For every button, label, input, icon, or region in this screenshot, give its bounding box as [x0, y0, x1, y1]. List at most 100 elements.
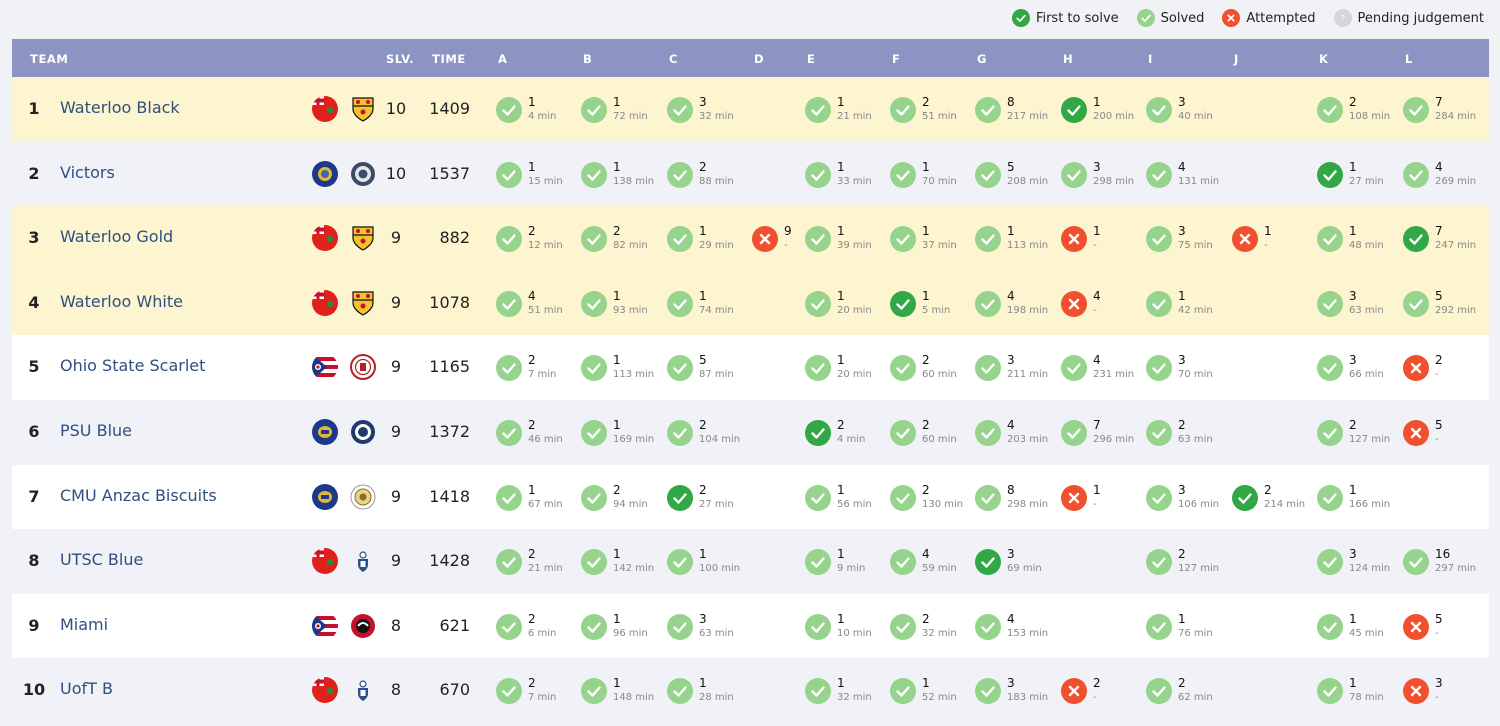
problem-cell-g[interactable]: 3 183 min: [975, 676, 1059, 706]
problem-cell-l[interactable]: 5 292 min: [1403, 289, 1487, 319]
team-name-link[interactable]: PSU Blue: [60, 421, 132, 440]
problem-column-header-g[interactable]: G: [977, 52, 987, 66]
problem-cell-c[interactable]: 1 29 min: [667, 224, 751, 254]
problem-cell-h[interactable]: 1-: [1061, 483, 1145, 513]
problem-cell-f[interactable]: 1 52 min: [890, 676, 974, 706]
table-row[interactable]: 8 UTSC Blue 9 1428 2 21 min 1 142 min 1 100 min 1 9…: [12, 529, 1489, 594]
table-row[interactable]: 10 UofT B 8 670 2 7 min 1 148 min 1 28 min 1 32 min…: [12, 658, 1489, 723]
problem-cell-k[interactable]: 1 166 min: [1317, 483, 1401, 513]
problem-cell-h[interactable]: 4 231 min: [1061, 353, 1145, 383]
problem-cell-i[interactable]: 3 40 min: [1146, 95, 1230, 125]
problem-cell-c[interactable]: 1 100 min: [667, 547, 751, 577]
problem-cell-i[interactable]: 2 62 min: [1146, 676, 1230, 706]
problem-cell-e[interactable]: 1 20 min: [805, 289, 889, 319]
team-name-link[interactable]: Waterloo Gold: [60, 227, 173, 246]
problem-cell-j[interactable]: 2 214 min: [1232, 483, 1316, 513]
table-row[interactable]: 4 Waterloo White 9 1078 4 51 min 1 93 min 1 74 mi…: [12, 270, 1489, 336]
problem-cell-a[interactable]: 26 min: [496, 612, 580, 642]
problem-cell-c[interactable]: 2 27 min: [667, 483, 751, 513]
problem-column-header-j[interactable]: J: [1234, 52, 1239, 66]
problem-cell-i[interactable]: 3 106 min: [1146, 483, 1230, 513]
problem-cell-e[interactable]: 1 33 min: [805, 160, 889, 190]
problem-cell-e[interactable]: 1 21 min: [805, 95, 889, 125]
problem-cell-k[interactable]: 3 124 min: [1317, 547, 1401, 577]
problem-column-header-l[interactable]: L: [1405, 52, 1413, 66]
problem-cell-g[interactable]: 4 153 min: [975, 612, 1059, 642]
team-name-link[interactable]: CMU Anzac Biscuits: [60, 486, 217, 505]
problem-cell-b[interactable]: 1 138 min: [581, 160, 665, 190]
problem-cell-i[interactable]: 4 131 min: [1146, 160, 1230, 190]
problem-cell-l[interactable]: 5-: [1403, 418, 1487, 448]
problem-column-header-d[interactable]: D: [754, 52, 764, 66]
problem-cell-g[interactable]: 4 198 min: [975, 289, 1059, 319]
problem-cell-k[interactable]: 3 63 min: [1317, 289, 1401, 319]
problem-cell-g[interactable]: 8 217 min: [975, 95, 1059, 125]
problem-cell-f[interactable]: 1 37 min: [890, 224, 974, 254]
problem-cell-h[interactable]: 1 200 min: [1061, 95, 1145, 125]
problem-cell-l[interactable]: 2-: [1403, 353, 1487, 383]
problem-cell-h[interactable]: 3 298 min: [1061, 160, 1145, 190]
problem-cell-h[interactable]: 4-: [1061, 289, 1145, 319]
problem-cell-f[interactable]: 15 min: [890, 289, 974, 319]
problem-cell-c[interactable]: 2 104 min: [667, 418, 751, 448]
problem-cell-e[interactable]: 1 56 min: [805, 483, 889, 513]
problem-cell-f[interactable]: 1 70 min: [890, 160, 974, 190]
problem-cell-f[interactable]: 2 60 min: [890, 418, 974, 448]
table-row[interactable]: 1 Waterloo Black 10 1409 1 4 min 1 72 min 3 32 mi…: [12, 77, 1489, 142]
problem-cell-c[interactable]: 2 88 min: [667, 160, 751, 190]
problem-column-header-e[interactable]: E: [807, 52, 815, 66]
problem-cell-l[interactable]: 3-: [1403, 676, 1487, 706]
problem-cell-a[interactable]: 27 min: [496, 676, 580, 706]
problem-cell-g[interactable]: 3 211 min: [975, 353, 1059, 383]
team-name-link[interactable]: Miami: [60, 615, 108, 634]
time-column-header[interactable]: TIME: [432, 52, 466, 66]
problem-cell-f[interactable]: 2 51 min: [890, 95, 974, 125]
table-row[interactable]: 6 PSU Blue 9 1372 2 46 min 1 169 min 2 104 min 2 4 …: [12, 399, 1489, 465]
problem-cell-f[interactable]: 4 59 min: [890, 547, 974, 577]
problem-cell-k[interactable]: 1 45 min: [1317, 612, 1401, 642]
problem-cell-l[interactable]: 7 284 min: [1403, 95, 1487, 125]
problem-cell-b[interactable]: 1 142 min: [581, 547, 665, 577]
team-name-link[interactable]: UofT B: [60, 679, 113, 698]
problem-cell-g[interactable]: 4 203 min: [975, 418, 1059, 448]
problem-cell-c[interactable]: 3 63 min: [667, 612, 751, 642]
problem-cell-i[interactable]: 2 127 min: [1146, 547, 1230, 577]
problem-cell-f[interactable]: 2 32 min: [890, 612, 974, 642]
problem-cell-h[interactable]: 2-: [1061, 676, 1145, 706]
team-name-link[interactable]: Waterloo White: [60, 292, 183, 311]
problem-column-header-c[interactable]: C: [669, 52, 678, 66]
problem-cell-k[interactable]: 3 66 min: [1317, 353, 1401, 383]
problem-cell-g[interactable]: 3 69 min: [975, 547, 1059, 577]
problem-cell-a[interactable]: 2 46 min: [496, 418, 580, 448]
problem-cell-b[interactable]: 2 82 min: [581, 224, 665, 254]
team-name-link[interactable]: Ohio State Scarlet: [60, 356, 205, 375]
problem-cell-j[interactable]: 1-: [1232, 224, 1316, 254]
problem-column-header-f[interactable]: F: [892, 52, 900, 66]
problem-column-header-h[interactable]: H: [1063, 52, 1073, 66]
problem-cell-b[interactable]: 1 96 min: [581, 612, 665, 642]
problem-cell-b[interactable]: 1 72 min: [581, 95, 665, 125]
problem-column-header-a[interactable]: A: [498, 52, 508, 66]
problem-cell-g[interactable]: 5 208 min: [975, 160, 1059, 190]
problem-cell-h[interactable]: 7 296 min: [1061, 418, 1145, 448]
problem-cell-e[interactable]: 1 20 min: [805, 353, 889, 383]
problem-cell-k[interactable]: 1 48 min: [1317, 224, 1401, 254]
problem-cell-e[interactable]: 1 39 min: [805, 224, 889, 254]
problem-cell-k[interactable]: 2 108 min: [1317, 95, 1401, 125]
table-row[interactable]: 2 Victors 10 1537 1 15 min 1 138 min 2 88 min 1 33 …: [12, 141, 1489, 207]
problem-cell-a[interactable]: 2 21 min: [496, 547, 580, 577]
problem-cell-k[interactable]: 1 27 min: [1317, 160, 1401, 190]
problem-cell-c[interactable]: 1 74 min: [667, 289, 751, 319]
problem-cell-b[interactable]: 1 113 min: [581, 353, 665, 383]
problem-cell-b[interactable]: 1 169 min: [581, 418, 665, 448]
problem-cell-k[interactable]: 1 78 min: [1317, 676, 1401, 706]
problem-cell-a[interactable]: 1 4 min: [496, 95, 580, 125]
problem-cell-e[interactable]: 1 32 min: [805, 676, 889, 706]
problem-cell-a[interactable]: 1 15 min: [496, 160, 580, 190]
problem-cell-a[interactable]: 4 51 min: [496, 289, 580, 319]
problem-cell-e[interactable]: 1 10 min: [805, 612, 889, 642]
problem-cell-l[interactable]: 4 269 min: [1403, 160, 1487, 190]
table-row[interactable]: 9 Miami 8 621 2 6 min 1 96 min 3 63 min 1 10 min 2 32…: [12, 593, 1489, 659]
problem-cell-f[interactable]: 2 60 min: [890, 353, 974, 383]
problem-cell-i[interactable]: 3 75 min: [1146, 224, 1230, 254]
